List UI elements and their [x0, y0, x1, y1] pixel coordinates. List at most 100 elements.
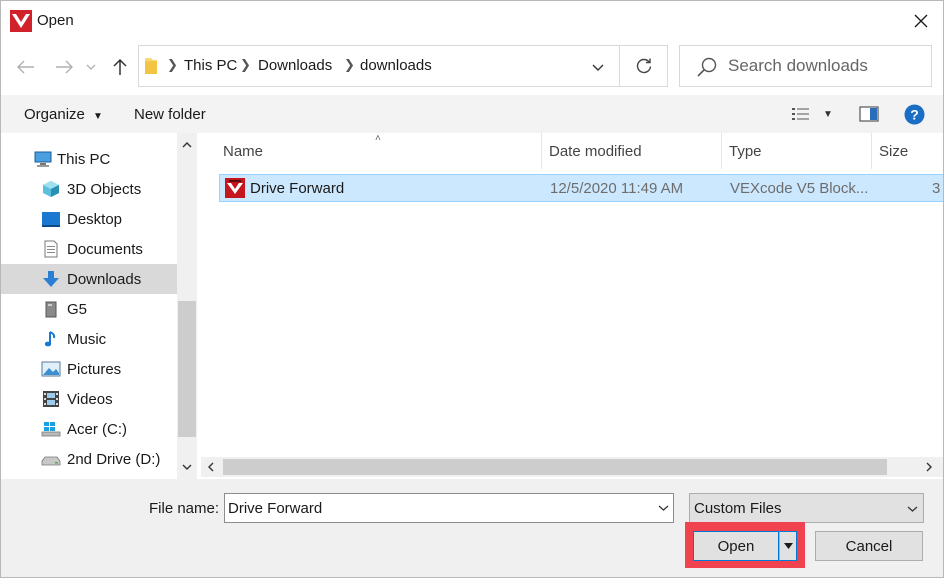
chevron-right-icon[interactable]: ❯	[344, 57, 355, 73]
nav-item-documents[interactable]: Documents	[1, 234, 177, 264]
recent-locations-button[interactable]	[81, 53, 101, 81]
nav-item-this-pc[interactable]: This PC	[1, 144, 177, 174]
scroll-left-button[interactable]	[201, 457, 221, 477]
file-name-input[interactable]	[228, 494, 648, 522]
refresh-button[interactable]	[620, 45, 668, 87]
file-name-label: File name:	[149, 500, 220, 517]
column-header-type[interactable]: Type	[721, 133, 871, 169]
chevron-up-icon	[182, 142, 192, 148]
column-header-name[interactable]: Name	[215, 133, 541, 169]
file-row[interactable]: Drive Forward 12/5/2020 11:49 AM VEXcode…	[219, 174, 943, 202]
preview-pane-icon	[859, 106, 879, 122]
change-view-button[interactable]: ▼	[791, 103, 833, 125]
window-title: Open	[37, 12, 74, 29]
nav-label: Documents	[67, 241, 143, 258]
nav-label: 2nd Drive (D:)	[67, 451, 161, 468]
search-box[interactable]	[679, 45, 932, 87]
breadcrumb-downloads-folder[interactable]: downloads	[360, 57, 432, 74]
up-button[interactable]	[106, 53, 134, 81]
nav-item-acer-c[interactable]: Acer (C:)	[1, 414, 177, 444]
scroll-down-button[interactable]	[177, 457, 197, 477]
arrow-right-icon	[56, 60, 73, 74]
file-type-value: Custom Files	[694, 500, 782, 517]
nav-label: This PC	[57, 151, 111, 168]
cube-icon	[43, 181, 59, 197]
close-button[interactable]	[901, 5, 941, 37]
nav-item-pictures[interactable]: Pictures	[1, 354, 177, 384]
file-type-dropdown-button[interactable]	[902, 499, 922, 519]
new-folder-button[interactable]: New folder	[134, 106, 206, 123]
drive-icon	[41, 456, 61, 466]
open-file-dialog: Open ❯ This PC ❯ Downloads ❯ downloads S…	[0, 0, 944, 578]
nav-label: Pictures	[67, 361, 122, 378]
back-button[interactable]	[12, 53, 40, 81]
close-icon	[914, 14, 928, 28]
scroll-up-button[interactable]	[177, 135, 197, 155]
vexcode-app-icon	[10, 10, 32, 32]
nav-item-videos[interactable]: Videos	[1, 384, 177, 414]
folder-icon	[145, 58, 157, 74]
file-date-modified: 12/5/2020 11:49 AM	[550, 180, 684, 197]
forward-button[interactable]	[50, 53, 78, 81]
vexcode-file-icon	[225, 178, 245, 198]
chevron-down-icon	[182, 464, 192, 470]
music-note-icon	[44, 331, 56, 347]
navigation-pane: This PC 3D Objects Desktop Documents Dow…	[1, 133, 197, 479]
drive-icon	[45, 301, 57, 318]
document-icon	[44, 240, 58, 258]
nav-item-desktop[interactable]: Desktop	[1, 204, 177, 234]
chevron-right-icon	[926, 462, 932, 472]
chevron-left-icon	[208, 462, 214, 472]
caret-down-icon: ▼	[93, 111, 103, 122]
svg-text:?: ?	[910, 106, 919, 122]
chevron-down-icon	[907, 506, 917, 512]
file-name: Drive Forward	[250, 180, 345, 197]
open-button[interactable]: Open	[693, 531, 779, 561]
column-header-date-modified[interactable]: Date modified	[541, 133, 721, 169]
nav-label: Desktop	[67, 211, 123, 228]
file-horizontal-scrollbar[interactable]	[201, 457, 943, 477]
file-type-select[interactable]: Custom Files	[689, 493, 924, 523]
computer-icon	[34, 151, 52, 167]
scrollbar-thumb[interactable]	[178, 301, 196, 437]
organize-label: Organize	[24, 106, 85, 123]
address-dropdown-button[interactable]	[583, 54, 613, 80]
nav-item-music[interactable]: Music	[1, 324, 177, 354]
preview-pane-button[interactable]	[859, 103, 879, 125]
search-input[interactable]	[728, 46, 928, 86]
cancel-button[interactable]: Cancel	[815, 531, 923, 561]
breadcrumb-this-pc[interactable]: This PC	[184, 57, 237, 74]
help-icon: ?	[904, 104, 925, 124]
column-header-size[interactable]: Size	[871, 133, 943, 169]
nav-item-g5[interactable]: G5	[1, 294, 177, 324]
help-button[interactable]: ?	[904, 103, 925, 125]
breadcrumb-downloads[interactable]: Downloads	[258, 57, 332, 74]
organize-menu[interactable]: Organize ▼	[24, 106, 103, 123]
scrollbar-thumb[interactable]	[223, 459, 887, 475]
scroll-right-button[interactable]	[919, 457, 939, 477]
desktop-icon	[42, 212, 60, 227]
column-label: Date modified	[549, 143, 642, 160]
caret-down-icon: ▼	[823, 108, 833, 120]
nav-item-2nd-drive-d[interactable]: 2nd Drive (D:)	[1, 444, 177, 474]
nav-item-3d-objects[interactable]: 3D Objects	[1, 174, 177, 204]
search-icon	[697, 57, 717, 77]
file-name-combobox[interactable]	[224, 493, 674, 523]
windows-drive-icon	[41, 422, 61, 437]
open-options-button[interactable]	[779, 531, 797, 561]
film-icon	[43, 391, 59, 407]
chevron-right-icon: ❯	[167, 57, 178, 72]
picture-icon	[41, 361, 61, 377]
file-list: ˄ Name Date modified Type Size Drive For…	[197, 133, 943, 479]
file-name-dropdown-button[interactable]	[653, 498, 673, 518]
chevron-right-icon[interactable]: ❯	[240, 57, 251, 73]
nav-vertical-scrollbar[interactable]	[177, 133, 197, 479]
chevron-down-icon	[86, 64, 96, 70]
chevron-down-icon	[658, 505, 668, 511]
arrow-up-icon	[113, 58, 127, 75]
bottom-panel: File name: Custom Files Open Cancel	[1, 479, 943, 577]
nav-label: G5	[67, 301, 88, 318]
address-bar[interactable]: ❯ This PC ❯ Downloads ❯ downloads	[138, 45, 620, 87]
title-bar[interactable]: Open	[1, 1, 943, 41]
nav-item-downloads[interactable]: Downloads	[1, 264, 177, 294]
